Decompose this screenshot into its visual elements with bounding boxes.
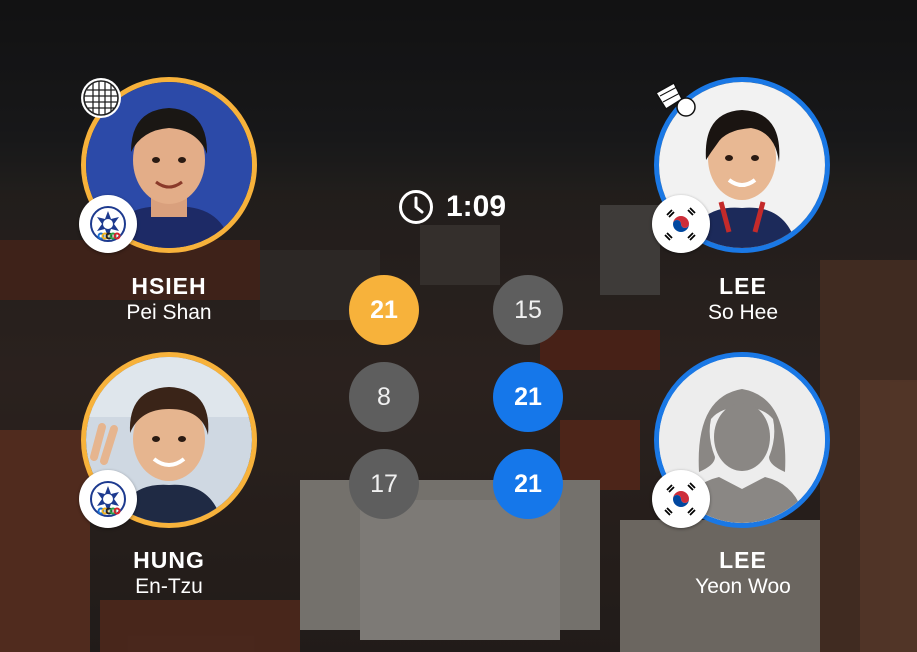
player-avatar-lee-so-hee[interactable] <box>652 75 830 253</box>
player-given-name: Yeon Woo <box>695 575 791 598</box>
player-surname: LEE <box>719 547 767 573</box>
player-name-lee-so-hee: LEE So Hee <box>643 272 843 326</box>
game-1-left-score: 21 <box>349 275 419 345</box>
player-given-name: So Hee <box>707 301 779 324</box>
clock-icon <box>398 189 434 225</box>
player-given-name: Pei Shan <box>126 301 212 324</box>
player-surname: LEE <box>719 273 767 299</box>
player-avatar-hung[interactable] <box>79 352 257 528</box>
player-name-lee-yeon-woo: LEE Yeon Woo <box>643 546 843 600</box>
korea-flag-icon <box>652 470 710 528</box>
racket-icon <box>79 76 123 120</box>
player-name-hsieh: HSIEH Pei Shan <box>69 272 269 326</box>
chinese-taipei-flag-icon <box>79 470 137 528</box>
player-surname: HSIEH <box>131 273 207 299</box>
player-avatar-lee-yeon-woo[interactable] <box>652 352 830 528</box>
player-avatar-hsieh[interactable] <box>79 76 257 253</box>
shuttlecock-icon <box>652 75 698 121</box>
match-duration: 1:09 <box>446 190 507 223</box>
game-3-right-score: 21 <box>493 449 563 519</box>
chinese-taipei-flag-icon <box>79 195 137 253</box>
player-surname: HUNG <box>133 547 205 573</box>
korea-flag-icon <box>652 195 710 253</box>
game-2-left-score: 8 <box>349 362 419 432</box>
game-2-right-score: 21 <box>493 362 563 432</box>
player-name-hung: HUNG En-Tzu <box>69 546 269 600</box>
player-given-name: En-Tzu <box>135 575 203 598</box>
game-1-right-score: 15 <box>493 275 563 345</box>
match-timer: 1:09 <box>398 185 506 229</box>
game-3-left-score: 17 <box>349 449 419 519</box>
